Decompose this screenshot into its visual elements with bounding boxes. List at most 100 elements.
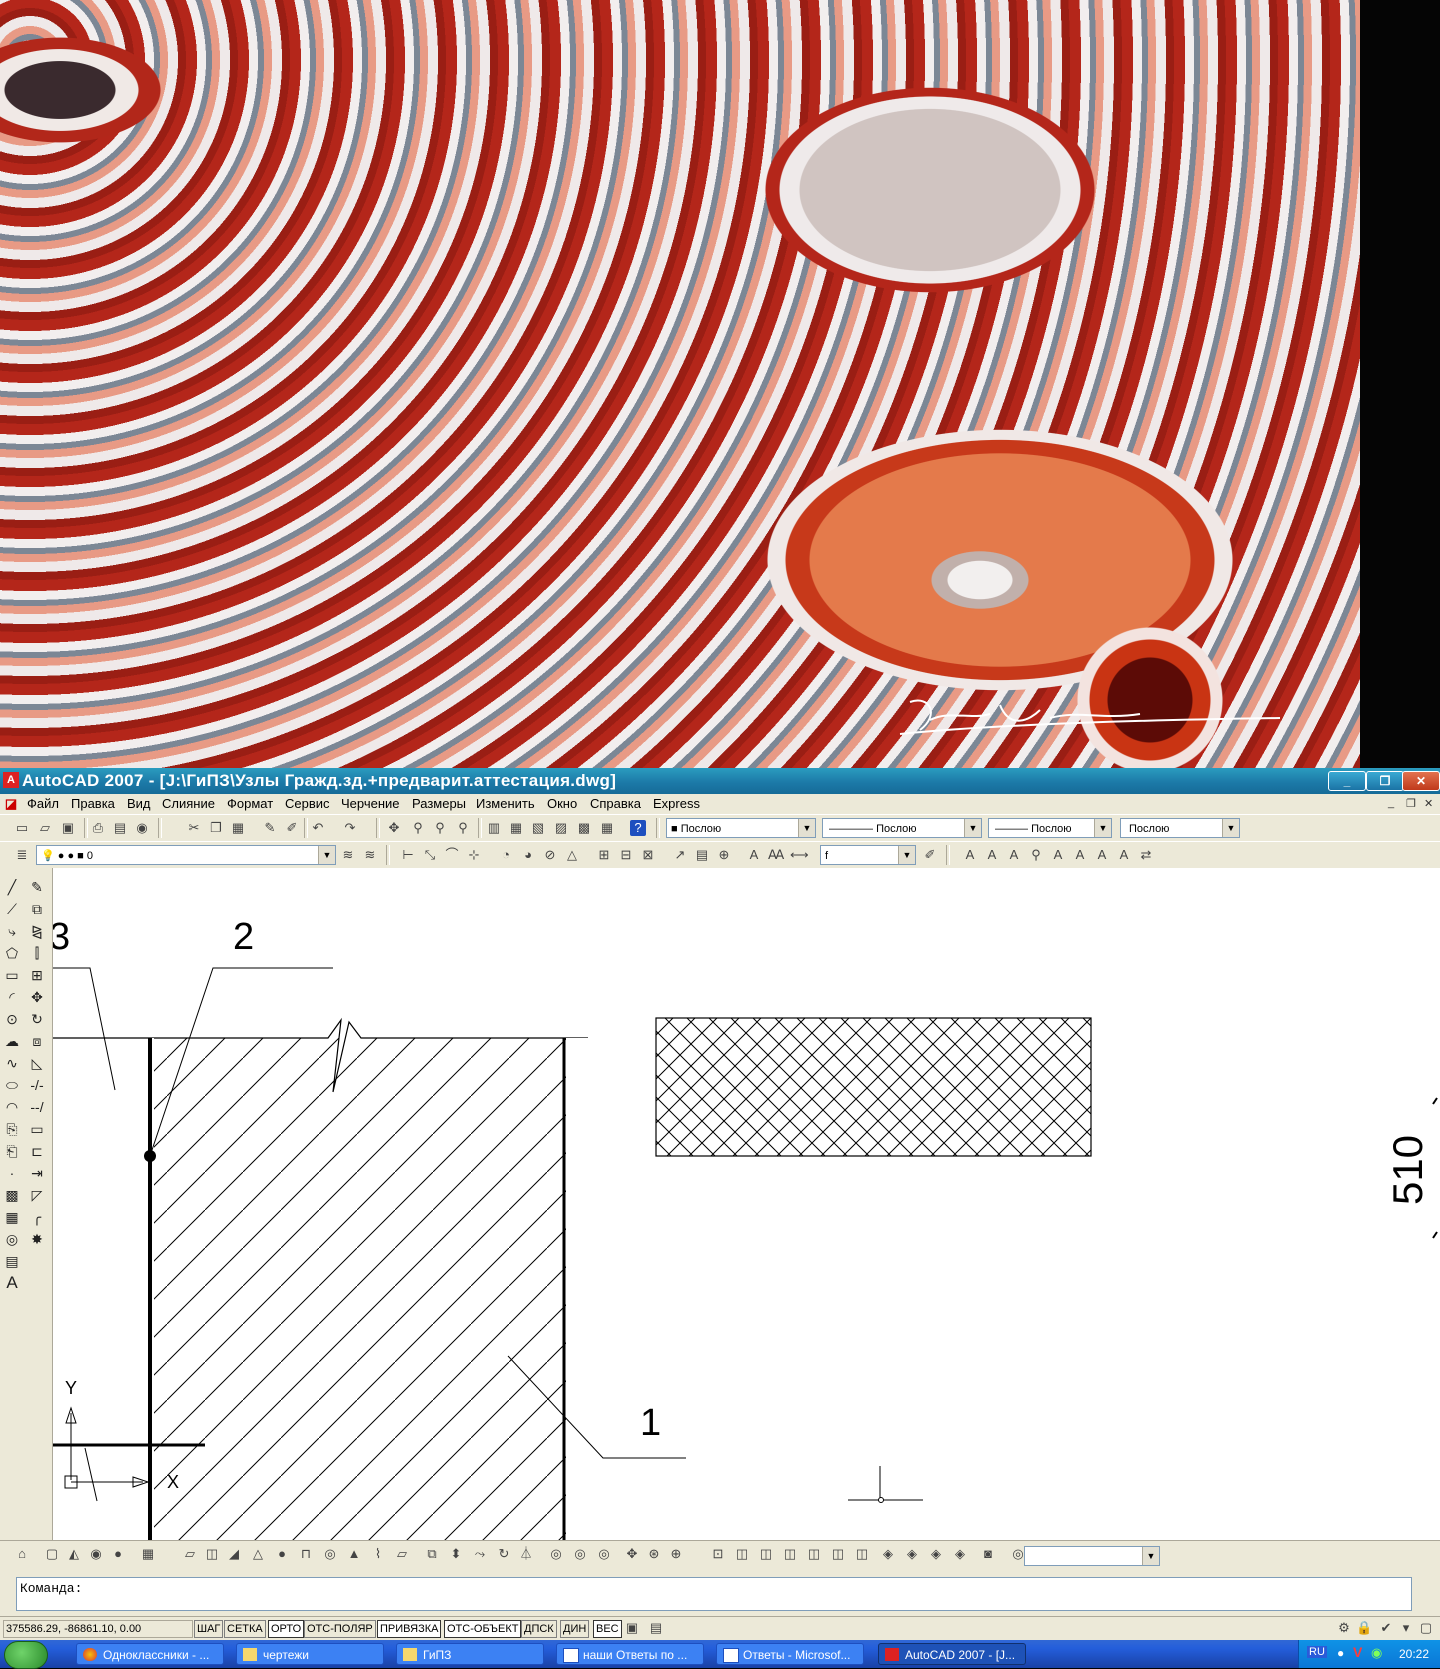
dim-aligned-icon[interactable]: ⤡ xyxy=(422,847,438,863)
array-icon[interactable]: ⊞ xyxy=(28,966,46,984)
union-icon[interactable]: ◎ xyxy=(548,1546,564,1562)
spelling-icon[interactable]: A xyxy=(1050,847,1066,863)
copy-object-icon[interactable]: ⧉ xyxy=(28,900,46,918)
make-object-layer-current-icon[interactable]: ≋ xyxy=(340,847,356,863)
cut-icon[interactable]: ✂ xyxy=(186,820,202,836)
help-icon[interactable]: ? xyxy=(630,820,646,836)
block-editor-icon[interactable]: ✐ xyxy=(284,820,300,836)
dim-radius-icon[interactable]: ◔ xyxy=(498,847,514,863)
markup-icon[interactable]: ▩ xyxy=(576,820,592,836)
windows-start-icon[interactable] xyxy=(4,1641,48,1669)
sw-iso-icon[interactable]: ◈ xyxy=(880,1546,896,1562)
revision-cloud-icon[interactable]: ☁ xyxy=(3,1032,21,1050)
task-word-answers[interactable]: наши Ответы по ... xyxy=(556,1643,704,1665)
menu-window[interactable]: Окно xyxy=(547,796,577,811)
network-icon[interactable]: ◉ xyxy=(1371,1645,1382,1661)
dim-continue-icon[interactable]: ⊠ xyxy=(640,847,656,863)
dim-ordinate-icon[interactable]: ⊹ xyxy=(466,847,482,863)
model-icon[interactable]: ▣ xyxy=(624,1620,640,1636)
minimize-button[interactable]: _ xyxy=(1328,771,1366,791)
dim-arc-icon[interactable]: ⌒ xyxy=(444,847,460,863)
linetype-combo[interactable]: ———— Послою ▼ xyxy=(822,818,982,838)
mirror-icon[interactable]: ⧎ xyxy=(28,922,46,940)
scale-icon[interactable]: ⧈ xyxy=(28,1032,46,1050)
sheet-set-icon[interactable]: ▨ xyxy=(553,820,569,836)
3d-box-icon[interactable]: ▢ xyxy=(44,1546,60,1562)
task-drawings-folder[interactable]: чертежи xyxy=(236,1643,384,1665)
restore-button[interactable]: ❐ xyxy=(1366,771,1404,791)
presspull-icon[interactable]: ⬍ xyxy=(448,1546,464,1562)
text-style-combo[interactable]: f ▼ xyxy=(820,845,916,865)
dim-update-icon[interactable]: ⟷ xyxy=(790,847,809,863)
coordinates-display[interactable]: 375586.29, -86861.10, 0.00 xyxy=(3,1620,193,1638)
mtext-tool-icon[interactable]: A xyxy=(3,1274,21,1292)
explode-icon[interactable]: ✸ xyxy=(28,1230,46,1248)
3d-material-icon[interactable]: ● xyxy=(110,1546,126,1562)
extrude-2-icon[interactable]: ⧉ xyxy=(424,1546,440,1562)
tool-palettes-icon[interactable]: ▧ xyxy=(530,820,546,836)
justify-text-icon[interactable]: A xyxy=(1116,847,1132,863)
open-icon[interactable]: ▱ xyxy=(37,820,53,836)
calculator-icon[interactable]: ▦ xyxy=(599,820,615,836)
chamfer-icon[interactable]: ◸ xyxy=(28,1186,46,1204)
camera-icon[interactable]: ◙ xyxy=(980,1546,996,1562)
text-space-icon[interactable]: ⇄ xyxy=(1138,847,1154,863)
mdi-minimize-button[interactable]: _ xyxy=(1388,797,1394,809)
box-icon[interactable]: ◫ xyxy=(204,1546,220,1562)
tolerance-icon[interactable]: ▤ xyxy=(694,847,710,863)
communication-icon[interactable]: ✔ xyxy=(1378,1620,1394,1636)
dim-angular-icon[interactable]: △ xyxy=(564,847,580,863)
construction-line-icon[interactable]: ⟋ xyxy=(3,900,21,918)
spline-icon[interactable]: ∿ xyxy=(3,1054,21,1072)
properties-icon[interactable]: ▥ xyxy=(486,820,502,836)
table-icon[interactable]: ▤ xyxy=(3,1252,21,1270)
extend-icon[interactable]: --/ xyxy=(28,1098,46,1116)
menu-merge[interactable]: Слияние xyxy=(162,796,215,811)
menu-dimension[interactable]: Размеры xyxy=(412,796,466,811)
menu-format[interactable]: Формат xyxy=(227,796,273,811)
save-icon[interactable]: ▣ xyxy=(60,820,76,836)
menu-modify[interactable]: Изменить xyxy=(476,796,535,811)
toggle-ducs[interactable]: ДПСК xyxy=(521,1620,557,1638)
left-view-icon[interactable]: ◫ xyxy=(782,1546,798,1562)
polygon-icon[interactable]: ⬠ xyxy=(3,944,21,962)
helix-icon[interactable]: ⌇ xyxy=(370,1546,386,1562)
document-icon[interactable]: ◪ xyxy=(3,796,19,812)
insert-block-icon[interactable]: ⎘ xyxy=(3,1120,21,1138)
arc-icon[interactable]: ◜ xyxy=(3,988,21,1006)
close-button[interactable]: ✕ xyxy=(1402,771,1440,791)
dtext-icon[interactable]: A xyxy=(984,847,1000,863)
plot-preview-icon[interactable]: ▤ xyxy=(112,820,128,836)
text-style-icon[interactable]: A xyxy=(1072,847,1088,863)
paste-icon[interactable]: ▦ xyxy=(230,820,246,836)
dim-edit-icon[interactable]: A xyxy=(746,847,762,863)
loft-icon[interactable]: ⏃ xyxy=(518,1546,534,1562)
chevron-down-icon[interactable]: ▼ xyxy=(964,819,981,837)
edit-text-icon[interactable]: A xyxy=(1006,847,1022,863)
gradient-icon[interactable]: ▦ xyxy=(3,1208,21,1226)
match-properties-icon[interactable]: ✎ xyxy=(262,820,278,836)
trim-icon[interactable]: -/- xyxy=(28,1076,46,1094)
rectangle-icon[interactable]: ▭ xyxy=(3,966,21,984)
layer-previous-icon[interactable]: ≋ xyxy=(362,847,378,863)
point-icon[interactable]: · xyxy=(3,1164,21,1182)
intersect-icon[interactable]: ◎ xyxy=(596,1546,612,1562)
right-view-icon[interactable]: ◫ xyxy=(806,1546,822,1562)
cylinder-icon[interactable]: ⊓ xyxy=(298,1546,314,1562)
task-gipz-folder[interactable]: ГиПЗ xyxy=(396,1643,544,1665)
dim-baseline-icon[interactable]: ⊟ xyxy=(618,847,634,863)
break-icon[interactable]: ⊏ xyxy=(28,1142,46,1160)
toggle-polar[interactable]: ОТС-ПОЛЯР xyxy=(304,1620,376,1638)
se-iso-icon[interactable]: ◈ xyxy=(904,1546,920,1562)
subtract-icon[interactable]: ◎ xyxy=(572,1546,588,1562)
erase-icon[interactable]: ✎ xyxy=(28,878,46,896)
language-indicator[interactable]: RU xyxy=(1307,1646,1327,1658)
color-combo[interactable]: ■ Послою ▼ xyxy=(666,818,816,838)
make-block-icon[interactable]: ⎗ xyxy=(3,1142,21,1160)
dim-linear-icon[interactable]: ⊢ xyxy=(400,847,416,863)
back-view-icon[interactable]: ◫ xyxy=(854,1546,870,1562)
planar-surface-icon[interactable]: ▱ xyxy=(394,1546,410,1562)
task-autocad[interactable]: AutoCAD 2007 - [J... xyxy=(878,1643,1026,1665)
antivirus-icon[interactable]: V xyxy=(1353,1644,1362,1660)
region-icon[interactable]: ◎ xyxy=(3,1230,21,1248)
